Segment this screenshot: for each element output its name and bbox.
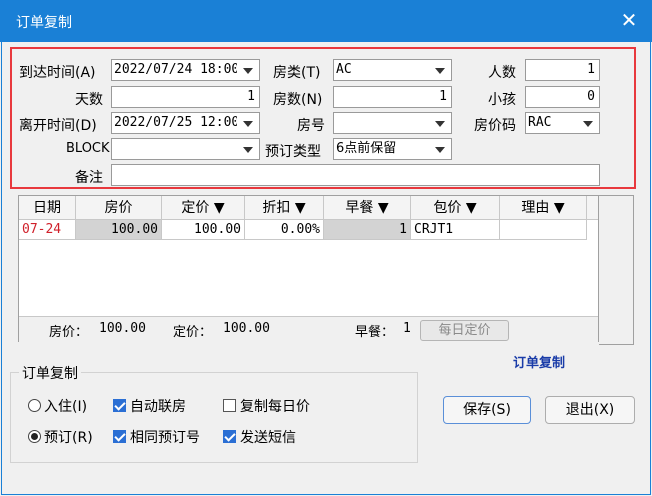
chevron-down-icon[interactable] [435, 68, 445, 74]
rate-code-value: RAC [528, 115, 552, 130]
group-legend: 订单复制 [19, 363, 81, 383]
cell-package[interactable]: CRJT1 [411, 220, 500, 240]
room-type-label: 房类(T) [273, 65, 321, 81]
close-icon[interactable]: ✕ [620, 9, 638, 31]
block-combo[interactable] [111, 138, 260, 160]
save-button[interactable]: 保存(S) [443, 396, 531, 424]
copy-daily-checkbox[interactable] [223, 399, 236, 412]
col-package[interactable]: 包价 ▼ [411, 196, 500, 220]
table-row[interactable]: 07-24 100.00 100.00 0.00% 1 CRJT1 [19, 220, 598, 240]
block-label: BLOCK [66, 141, 110, 156]
summary-fixed-label: 定价： [173, 325, 213, 340]
same-booking-no-label[interactable]: 相同预订号 [130, 427, 200, 447]
col-breakfast[interactable]: 早餐 ▼ [324, 196, 411, 220]
departure-label: 离开时间(D) [19, 118, 97, 134]
booking-type-label: 预订类型 [265, 144, 321, 160]
grid-right-panel [599, 195, 634, 345]
remark-label: 备注 [75, 170, 103, 186]
cell-breakfast[interactable]: 1 [324, 220, 411, 240]
price-grid: 日期 房价 定价 ▼ 折扣 ▼ 早餐 ▼ 包价 ▼ 理由 ▼ 07-24 100… [18, 195, 599, 342]
children-label: 小孩 [488, 92, 516, 108]
title-bar: 订单复制 ✕ [0, 0, 652, 42]
summary-breakfast-label: 早餐： [355, 325, 395, 340]
grid-summary: 房价： 100.00 定价： 100.00 早餐： 1 每日定价 [19, 316, 598, 342]
arrival-time-value: 2022/07/24 18:00 [114, 62, 237, 77]
chevron-down-icon[interactable] [435, 121, 445, 127]
arrival-time-combo[interactable]: 2022/07/24 18:00 [111, 59, 260, 81]
auto-link-checkbox[interactable] [113, 399, 126, 412]
remark-input[interactable] [111, 164, 600, 186]
cell-discount[interactable]: 0.00% [245, 220, 324, 240]
days-input[interactable]: 1 [111, 86, 260, 108]
chevron-down-icon[interactable] [243, 147, 253, 153]
chevron-down-icon[interactable] [243, 121, 253, 127]
booking-label[interactable]: 预订(R) [44, 427, 93, 447]
summary-room-price-label: 房价： [49, 325, 89, 340]
checkin-radio[interactable] [28, 399, 41, 412]
col-reason[interactable]: 理由 ▼ [500, 196, 587, 220]
cell-room-price[interactable]: 100.00 [76, 220, 162, 240]
booking-type-value: 6点前保留 [336, 141, 397, 156]
col-fixed-price[interactable]: 定价 ▼ [162, 196, 245, 220]
auto-link-label[interactable]: 自动联房 [130, 396, 186, 416]
copy-options-group: 订单复制 [10, 363, 418, 463]
room-no-combo[interactable] [333, 112, 452, 134]
summary-breakfast-value: 1 [403, 321, 411, 336]
send-sms-label[interactable]: 发送短信 [240, 427, 296, 447]
summary-room-price-value: 100.00 [99, 321, 146, 336]
departure-time-combo[interactable]: 2022/07/25 12:00 [111, 112, 260, 134]
grid-header: 日期 房价 定价 ▼ 折扣 ▼ 早餐 ▼ 包价 ▼ 理由 ▼ [19, 196, 598, 220]
persons-input[interactable]: 1 [525, 59, 600, 81]
col-room-price[interactable]: 房价 [76, 196, 162, 220]
cell-fixed-price[interactable]: 100.00 [162, 220, 245, 240]
room-type-value: AC [336, 62, 352, 77]
cell-date[interactable]: 07-24 [19, 220, 76, 240]
room-no-label: 房号 [297, 118, 325, 134]
send-sms-checkbox[interactable] [223, 430, 236, 443]
days-label: 天数 [75, 92, 103, 108]
chevron-down-icon[interactable] [435, 147, 445, 153]
children-input[interactable]: 0 [525, 86, 600, 108]
departure-time-value: 2022/07/25 12:00 [114, 115, 237, 130]
copy-order-label: 订单复制 [513, 356, 566, 371]
rate-code-label: 房价码 [474, 118, 516, 134]
room-type-combo[interactable]: AC [333, 59, 452, 81]
persons-label: 人数 [488, 65, 516, 81]
summary-fixed-value: 100.00 [223, 321, 270, 336]
col-discount[interactable]: 折扣 ▼ [245, 196, 324, 220]
chevron-down-icon[interactable] [583, 121, 593, 127]
window-title: 订单复制 [16, 15, 72, 31]
arrival-label: 到达时间(A) [19, 65, 96, 81]
checkin-label[interactable]: 入住(I) [44, 396, 87, 416]
cell-reason[interactable] [500, 220, 587, 240]
booking-type-combo[interactable]: 6点前保留 [333, 138, 452, 160]
booking-radio[interactable] [28, 430, 41, 443]
rooms-label: 房数(N) [273, 92, 323, 108]
exit-button[interactable]: 退出(X) [545, 396, 635, 424]
chevron-down-icon[interactable] [243, 68, 253, 74]
copy-daily-label[interactable]: 复制每日价 [240, 396, 310, 416]
daily-price-button[interactable]: 每日定价 [420, 320, 509, 341]
same-booking-no-checkbox[interactable] [113, 430, 126, 443]
rooms-input[interactable]: 1 [333, 86, 452, 108]
col-date[interactable]: 日期 [19, 196, 76, 220]
rate-code-combo[interactable]: RAC [525, 112, 600, 134]
